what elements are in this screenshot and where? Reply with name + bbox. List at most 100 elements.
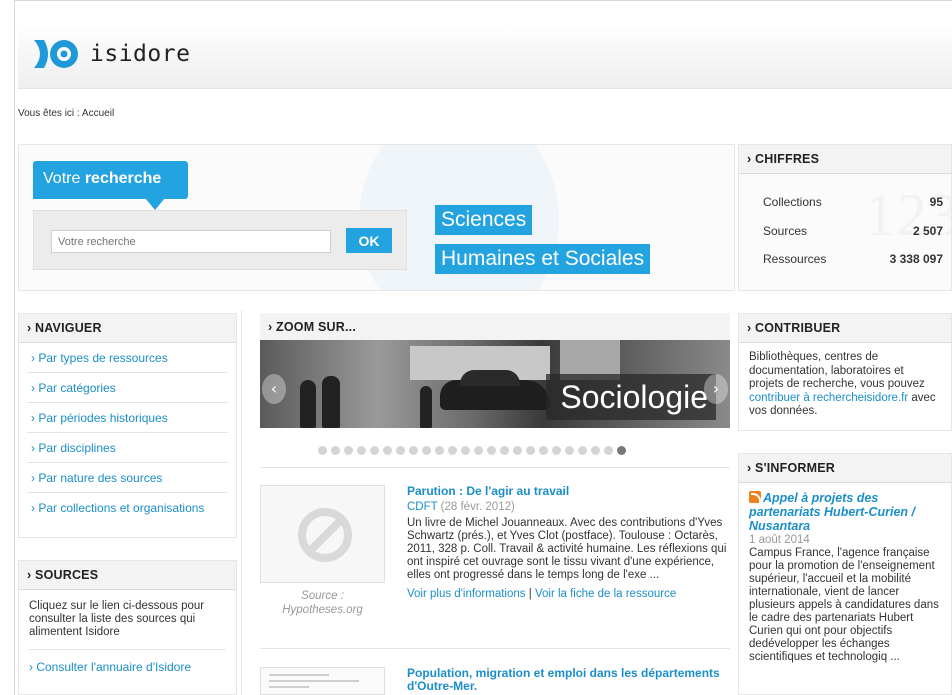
carousel-dot[interactable]	[617, 446, 626, 455]
nav-item-periodes[interactable]: › Par périodes historiques	[27, 403, 228, 433]
news-heading: Appel à projets des partenariats Hubert-…	[749, 491, 941, 534]
search-input[interactable]	[51, 230, 331, 253]
news-title[interactable]: Appel à projets des partenariats Hubert-…	[749, 491, 915, 533]
thumb-line	[269, 686, 309, 688]
banner-line-humaines: Humaines et Sociales	[435, 244, 651, 274]
carousel-dots	[318, 446, 626, 455]
carousel-dot[interactable]	[344, 446, 353, 455]
resource-title[interactable]: Population, migration et emploi dans les…	[407, 667, 732, 693]
thumb-line	[269, 680, 359, 682]
search-tab-pointer	[145, 198, 165, 210]
sources-title: › SOURCES	[19, 561, 236, 590]
logo-text: isidore	[90, 41, 191, 67]
carousel-dot[interactable]	[422, 446, 431, 455]
news-item: Appel à projets des partenariats Hubert-…	[739, 483, 951, 672]
search-banner: Votre recherche OK Sciences Humaines et …	[18, 144, 735, 291]
source-label: Source :	[301, 590, 344, 602]
contribuer-description: Bibliothèques, centres de documentation,…	[739, 343, 951, 427]
nav-link[interactable]: › Par périodes historiques	[31, 411, 168, 425]
carousel-dot[interactable]	[552, 446, 561, 455]
sources-panel: › SOURCES Cliquez sur le lien ci-dessous…	[18, 560, 237, 695]
carousel-person	[420, 386, 432, 428]
carousel-dot[interactable]	[435, 446, 444, 455]
informer-title: › S'INFORMER	[739, 454, 951, 483]
separator	[260, 648, 730, 649]
news-text: Campus France, l'agence française pour l…	[749, 547, 939, 663]
carousel-dot[interactable]	[409, 446, 418, 455]
stat-value: 95	[929, 195, 943, 209]
chiffres-panel: › CHIFFRES 123 Collections 95 Sources 2 …	[738, 144, 952, 291]
informer-panel: › S'INFORMER Appel à projets des partena…	[738, 453, 952, 695]
resource-thumbnail[interactable]	[260, 485, 385, 583]
carousel-dot[interactable]	[500, 446, 509, 455]
search-box: OK	[33, 210, 407, 270]
carousel-label[interactable]: Sociologie	[546, 374, 716, 420]
carousel-dot[interactable]	[474, 446, 483, 455]
nav-item-types[interactable]: › Par types de ressources	[27, 343, 228, 373]
source-name: Hypotheses.org	[282, 604, 363, 616]
carousel-dot[interactable]	[370, 446, 379, 455]
nav-item-collections[interactable]: › Par collections et organisations	[27, 493, 228, 522]
nav-item-disciplines[interactable]: › Par disciplines	[27, 433, 228, 463]
annuaire-link[interactable]: › Consulter l'annuaire d'Isidore	[29, 649, 226, 674]
isidore-logo[interactable]: isidore	[32, 36, 190, 72]
thumb-line	[269, 674, 329, 676]
carousel-dot[interactable]	[565, 446, 574, 455]
carousel-dot[interactable]	[396, 446, 405, 455]
contribuer-link[interactable]: contribuer à rechercheisidore.fr	[749, 392, 908, 404]
rss-icon[interactable]	[749, 491, 761, 503]
nav-item-nature[interactable]: › Par nature des sources	[27, 463, 228, 493]
nav-link[interactable]: › Par disciplines	[31, 441, 116, 455]
nav-link[interactable]: › Par collections et organisations	[31, 501, 204, 515]
resource-meta: CDFT (28 févr. 2012)	[407, 501, 732, 514]
column-divider	[241, 310, 242, 695]
more-info-link[interactable]: Voir plus d'informations	[407, 588, 526, 600]
resource-org[interactable]: CDFT	[407, 501, 437, 513]
contribuer-title: › CONTRIBUER	[739, 314, 951, 343]
chiffres-title: › CHIFFRES	[739, 145, 951, 174]
contribuer-text: Bibliothèques, centres de documentation,…	[749, 351, 925, 390]
breadcrumb: Vous êtes ici : Accueil	[18, 108, 115, 119]
carousel-dot[interactable]	[383, 446, 392, 455]
carousel-dot[interactable]	[513, 446, 522, 455]
nav-link[interactable]: › Par types de ressources	[31, 351, 168, 365]
carousel-prev-icon[interactable]: ‹	[262, 374, 286, 404]
search-ok-button[interactable]: OK	[346, 228, 392, 253]
carousel-next-icon[interactable]: ›	[704, 374, 728, 404]
resource-fiche-link[interactable]: Voir la fiche de la ressource	[535, 588, 676, 600]
resource-links: Voir plus d'informations | Voir la fiche…	[407, 588, 732, 601]
stat-row-sources: Sources 2 507	[763, 224, 943, 238]
zoom-carousel[interactable]: Sociologie ‹ ›	[260, 340, 730, 428]
zoom-title: › ZOOM SUR...	[260, 313, 730, 342]
carousel-dot[interactable]	[318, 446, 327, 455]
news-date: 1 août 2014	[749, 534, 810, 546]
chiffres-watermark: 123	[865, 182, 952, 248]
resource-item: Source : Hypotheses.org Parution : De l'…	[260, 485, 730, 645]
carousel-dot[interactable]	[331, 446, 340, 455]
resource-thumbnail[interactable]	[260, 667, 385, 695]
resource-title[interactable]: Parution : De l'agir au travail	[407, 485, 732, 498]
carousel-dot[interactable]	[357, 446, 366, 455]
stat-row-ressources: Ressources 3 338 097	[763, 252, 943, 266]
carousel-dot[interactable]	[461, 446, 470, 455]
sources-description: Cliquez sur le lien ci-dessous pour cons…	[29, 600, 205, 638]
carousel-dot[interactable]	[578, 446, 587, 455]
carousel-car	[440, 370, 550, 410]
stat-label: Collections	[763, 195, 822, 209]
carousel-dot[interactable]	[604, 446, 613, 455]
search-tab: Votre recherche	[33, 161, 188, 199]
stat-label: Ressources	[763, 252, 827, 266]
resource-source: Source : Hypotheses.org	[260, 589, 385, 617]
nav-link[interactable]: › Par nature des sources	[31, 471, 162, 485]
no-image-icon	[298, 508, 352, 562]
nav-link[interactable]: › Par catégories	[31, 381, 116, 395]
carousel-dot[interactable]	[487, 446, 496, 455]
carousel-dot[interactable]	[448, 446, 457, 455]
banner-line-sciences: Sciences	[435, 205, 533, 235]
carousel-dot[interactable]	[526, 446, 535, 455]
carousel-dot[interactable]	[591, 446, 600, 455]
site-header: isidore	[18, 22, 952, 89]
nav-item-categories[interactable]: › Par catégories	[27, 373, 228, 403]
stat-label: Sources	[763, 224, 808, 238]
carousel-dot[interactable]	[539, 446, 548, 455]
